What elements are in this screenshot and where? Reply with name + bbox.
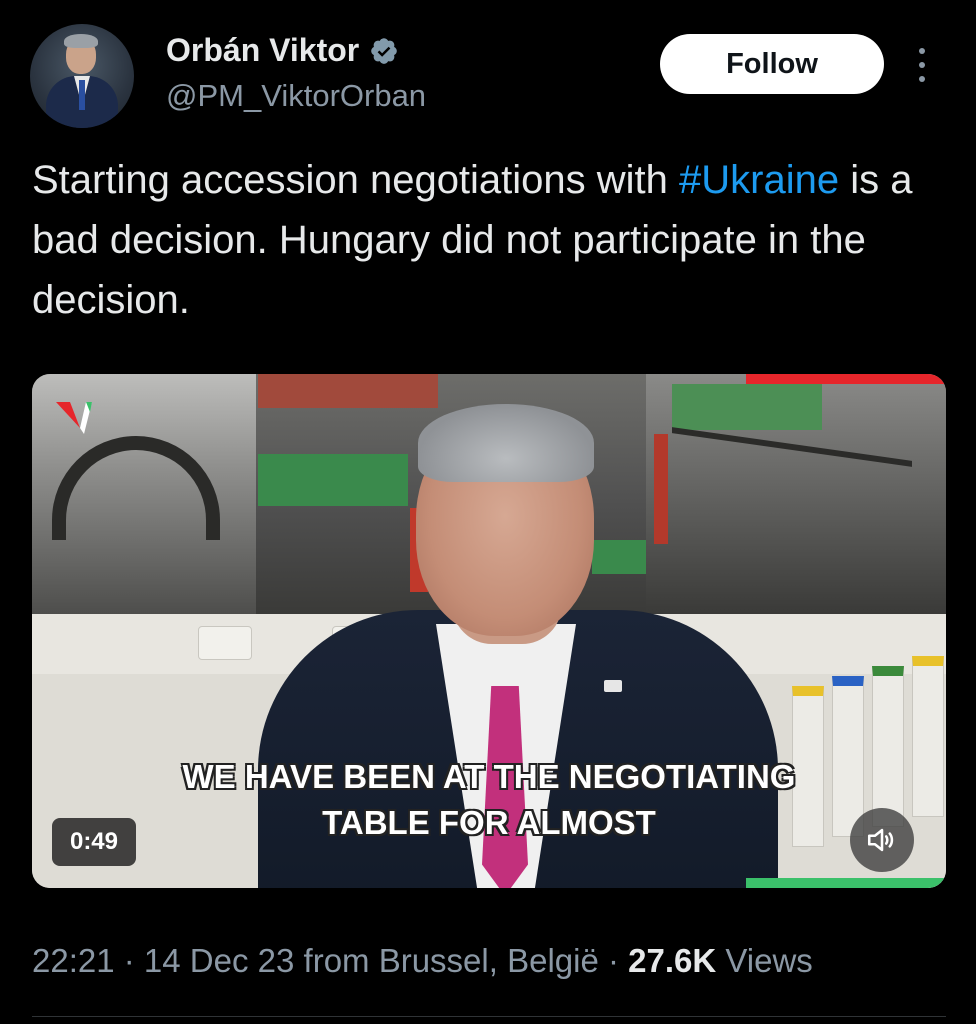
channel-logo-icon bbox=[56, 402, 92, 434]
video-player[interactable]: WE HAVE BEEN AT THE NEGOTIATING TABLE FO… bbox=[32, 374, 946, 888]
tweet-text-part: Starting accession negotiations with bbox=[32, 158, 680, 202]
post-date[interactable]: 14 Dec 23 bbox=[144, 942, 294, 979]
author-handle[interactable]: @PM_ViktorOrban bbox=[166, 78, 426, 114]
mute-toggle-button[interactable] bbox=[850, 808, 914, 872]
author-display-name[interactable]: Orbán Viktor bbox=[166, 32, 359, 69]
verified-badge-icon bbox=[371, 37, 398, 64]
post-time[interactable]: 22:21 bbox=[32, 942, 115, 979]
subtitle-line: TABLE FOR ALMOST bbox=[322, 804, 656, 841]
more-options-icon[interactable] bbox=[916, 48, 928, 82]
author-name-row: Orbán Viktor bbox=[166, 32, 399, 69]
divider bbox=[32, 1016, 946, 1017]
video-subtitle: WE HAVE BEEN AT THE NEGOTIATING TABLE FO… bbox=[32, 754, 946, 846]
tweet-meta: 22:21 · 14 Dec 23 from Brussel, België ·… bbox=[32, 942, 813, 979]
views-label: Views bbox=[725, 942, 813, 979]
subtitle-line: WE HAVE BEEN AT THE NEGOTIATING bbox=[182, 758, 796, 795]
tweet-text: Starting accession negotiations with #Uk… bbox=[32, 150, 932, 330]
video-duration: 0:49 bbox=[52, 818, 136, 866]
tweet-header: Orbán Viktor @PM_ViktorOrban Follow bbox=[30, 24, 950, 128]
follow-button[interactable]: Follow bbox=[660, 34, 884, 94]
views-count: 27.6K bbox=[628, 942, 717, 979]
speaker-muted-icon bbox=[867, 828, 894, 852]
avatar[interactable] bbox=[30, 24, 134, 128]
hashtag-link[interactable]: #Ukraine bbox=[679, 158, 839, 202]
post-location: from Brussel, België bbox=[303, 942, 599, 979]
